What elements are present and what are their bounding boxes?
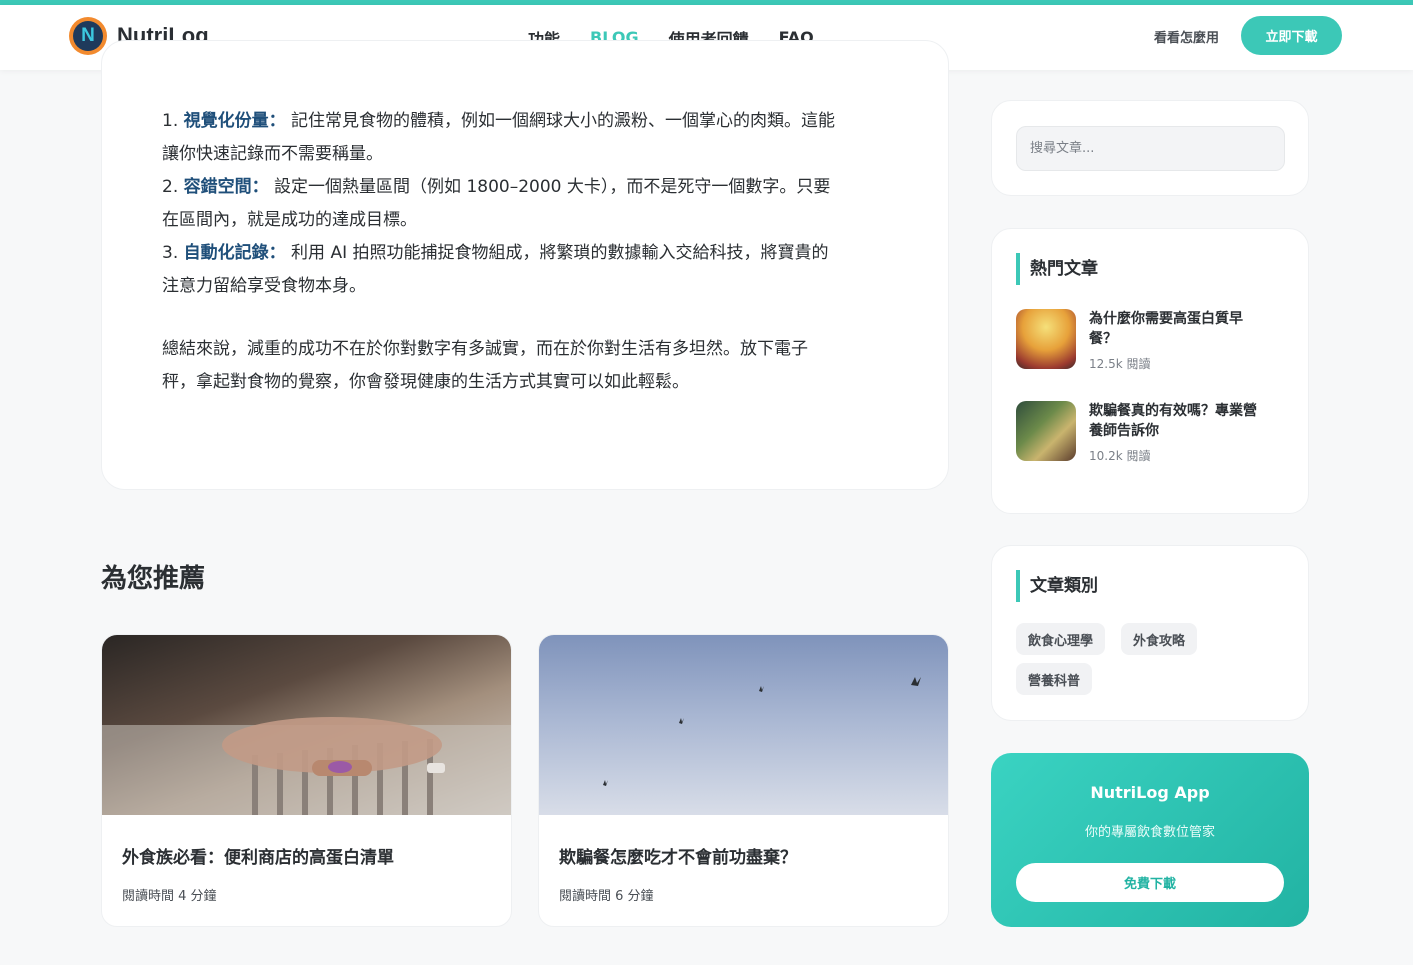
search-input[interactable] — [1016, 126, 1285, 171]
categories-heading: 文章類別 — [1016, 570, 1098, 602]
article-point-2: 2. 容錯空間： 設定一個熱量區間（例如 1800–2000 大卡），而不是死守… — [162, 177, 831, 197]
logo-icon: N — [69, 17, 107, 55]
popular-article-thumbnail — [1016, 309, 1076, 369]
app-promo-subtitle: 你的專屬飲食數位管家 — [1084, 825, 1215, 840]
recommend-card[interactable]: 外食族必看：便利商店的高蛋白清單 閱讀時間 4 分鐘 — [101, 634, 512, 927]
popular-article-title: 為什麼你需要高蛋白質早 餐？ — [1089, 311, 1243, 347]
article-conclusion: 總結來說，減重的成功不在於你對數字有多誠實，而在於你對生活有多坦然。放下電子 — [162, 339, 808, 359]
how-to-use-link[interactable]: 看看怎麼用 — [1154, 27, 1219, 46]
article-card: 1. 視覺化份量： 記住常見食物的體積，例如一個網球大小的澱粉、一個掌心的肉類。… — [101, 40, 949, 490]
category-tag-nutrition-science[interactable]: 營養科普 — [1016, 663, 1093, 695]
popular-article-thumbnail — [1016, 401, 1076, 461]
recommend-heading: 為您推薦 — [101, 564, 206, 594]
free-download-button[interactable]: 免費下載 — [1016, 863, 1284, 902]
recommend-card-title: 外食族必看：便利商店的高蛋白清單 — [122, 848, 394, 868]
app-promo-title: NutriLog App — [1090, 783, 1210, 802]
popular-article-reads: 10.2k 閱讀 — [1089, 449, 1151, 463]
recommend-card-title: 欺騙餐怎麼吃才不會前功盡棄？ — [559, 848, 797, 868]
recommend-image — [102, 635, 511, 815]
popular-article-title: 欺騙餐真的有效嗎？專業營 養師告訴你 — [1089, 403, 1257, 439]
article-body: 1. 視覺化份量： 記住常見食物的體積，例如一個網球大小的澱粉、一個掌心的肉類。… — [162, 105, 898, 399]
popular-heading: 熱門文章 — [1016, 253, 1098, 285]
article-point-3: 3. 自動化記錄： 利用 AI 拍照功能捕捉食物組成，將繁瑣的數據輸入交給科技，… — [162, 243, 829, 263]
category-tag-diet-psychology[interactable]: 飲食心理學 — [1016, 623, 1106, 655]
popular-article-item[interactable]: 欺騙餐真的有效嗎？專業營 養師告訴你 10.2k 閱讀 — [1016, 401, 1286, 467]
recommend-card[interactable]: 欺騙餐怎麼吃才不會前功盡棄？ 閱讀時間 6 分鐘 — [538, 634, 949, 927]
download-now-button[interactable]: 立即下載 — [1241, 16, 1342, 55]
popular-articles-card: 熱門文章 為什麼你需要高蛋白質早 餐？ 12.5k 閱讀 欺騙餐真的有效嗎？專業… — [991, 228, 1309, 514]
recommend-image — [539, 635, 948, 815]
category-tag-eating-out[interactable]: 外食攻略 — [1121, 623, 1198, 655]
recommend-card-meta: 閱讀時間 6 分鐘 — [559, 889, 654, 904]
search-card — [991, 100, 1309, 196]
categories-card: 文章類別 飲食心理學 外食攻略 營養科普 — [991, 545, 1309, 721]
app-promo-card: NutriLog App 你的專屬飲食數位管家 免費下載 — [991, 753, 1309, 927]
popular-article-reads: 12.5k 閱讀 — [1089, 357, 1151, 371]
recommend-card-meta: 閱讀時間 4 分鐘 — [122, 889, 217, 904]
article-point-1: 1. 視覺化份量： 記住常見食物的體積，例如一個網球大小的澱粉、一個掌心的肉類。… — [162, 111, 836, 131]
popular-article-item[interactable]: 為什麼你需要高蛋白質早 餐？ 12.5k 閱讀 — [1016, 309, 1286, 375]
